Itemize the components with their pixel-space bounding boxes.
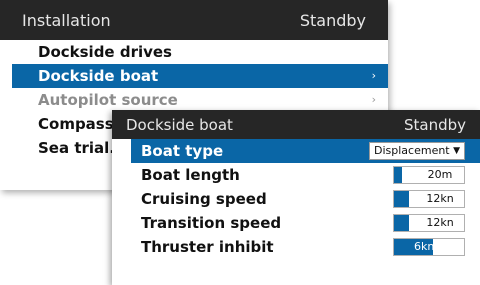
chevron-down-icon: ▼ (453, 146, 460, 156)
dockside-boat-titlebar: Dockside boat Standby (112, 110, 480, 139)
value-text: 12kn (426, 216, 454, 229)
setting-label: Boat type (141, 142, 224, 160)
dockside-boat-status: Standby (403, 115, 466, 134)
setting-row-cruising-speed[interactable]: Cruising speed 12kn (131, 187, 480, 211)
chevron-right-icon: › (371, 93, 376, 106)
menu-item-autopilot-source[interactable]: Autopilot source › (12, 88, 388, 112)
setting-row-thruster-inhibit[interactable]: Thruster inhibit 6kn (131, 235, 480, 259)
chevron-right-icon: › (371, 69, 376, 82)
setting-row-boat-type[interactable]: Boat type Displacement ▼ (131, 139, 480, 163)
setting-label: Boat length (141, 166, 240, 184)
thruster-inhibit-value[interactable]: 6kn (393, 238, 465, 256)
menu-item-label: Dockside drives (38, 43, 172, 61)
setting-label: Transition speed (141, 214, 282, 232)
menu-item-label: Autopilot source (38, 91, 178, 109)
menu-item-dockside-drives[interactable]: Dockside drives (12, 40, 388, 64)
dockside-boat-dialog: Dockside boat Standby Boat type Displace… (112, 110, 480, 285)
value-text: 12kn (426, 192, 454, 205)
setting-row-transition-speed[interactable]: Transition speed 12kn (131, 211, 480, 235)
value-fill-bar (394, 167, 403, 183)
menu-item-label: Dockside boat (38, 67, 159, 85)
boat-length-value[interactable]: 20m (393, 166, 465, 184)
cruising-speed-value[interactable]: 12kn (393, 190, 465, 208)
setting-row-boat-length[interactable]: Boat length 20m (131, 163, 480, 187)
dockside-boat-title: Dockside boat (126, 115, 233, 134)
installation-status: Standby (299, 10, 366, 30)
value-fill-bar (394, 215, 410, 231)
transition-speed-value[interactable]: 12kn (393, 214, 465, 232)
value-text: 20m (427, 168, 453, 181)
setting-label: Thruster inhibit (141, 238, 274, 256)
dockside-boat-settings: Boat type Displacement ▼ Boat length 20m… (131, 139, 480, 259)
menu-item-dockside-boat[interactable]: Dockside boat › (12, 64, 388, 88)
value-fill-bar (394, 191, 410, 207)
value-text: 6kn (414, 240, 435, 253)
installation-titlebar: Installation Standby (0, 0, 388, 40)
installation-title: Installation (22, 10, 111, 30)
boat-type-dropdown[interactable]: Displacement ▼ (369, 142, 465, 160)
dropdown-value: Displacement (374, 144, 450, 157)
setting-label: Cruising speed (141, 190, 267, 208)
